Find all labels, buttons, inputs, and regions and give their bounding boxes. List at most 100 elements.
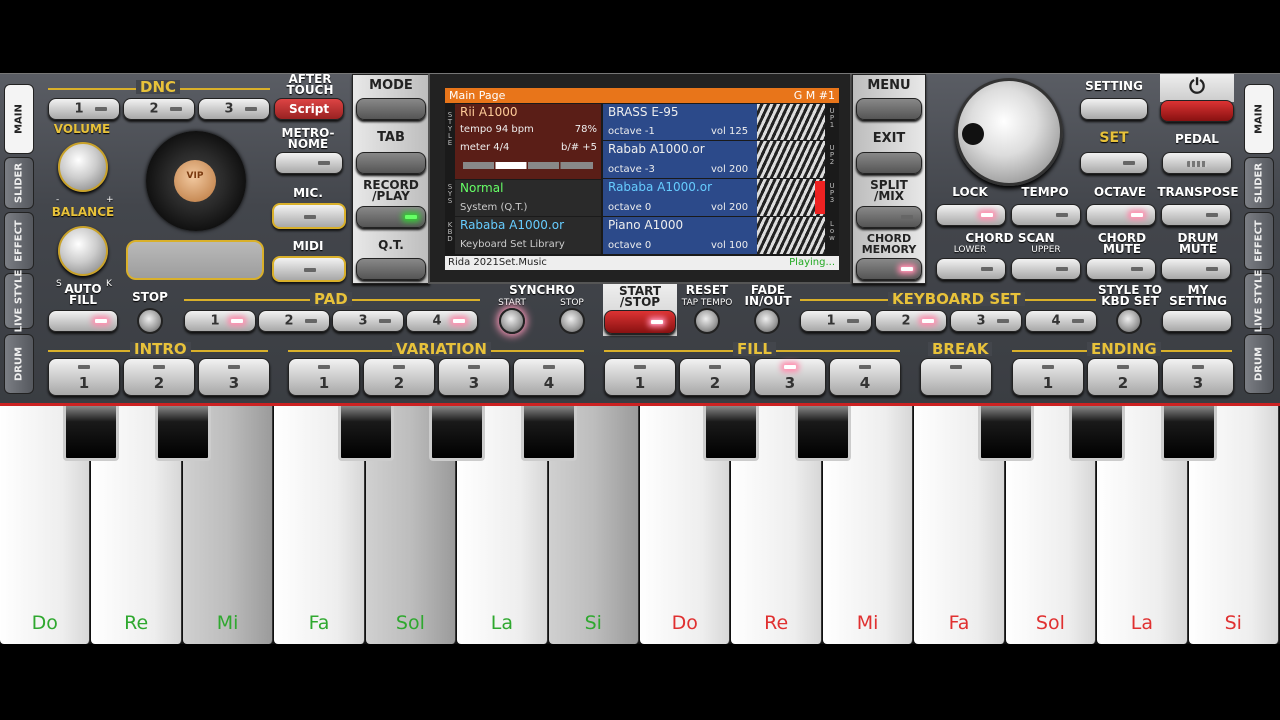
fill-button-2[interactable]: 2	[679, 358, 751, 396]
menu-button[interactable]	[856, 98, 922, 120]
ending-title: ENDING	[1087, 342, 1161, 357]
footer-set-name: Rida 2021Set.Music	[448, 257, 547, 268]
tab-effect-left[interactable]: EFFECT	[4, 212, 34, 270]
kbd-set-button-3[interactable]: 3	[950, 310, 1022, 332]
pad-button-2[interactable]: 2	[258, 310, 330, 332]
tempo-button[interactable]	[1011, 204, 1081, 226]
kbd-cell[interactable]: Rababa A1000.or Keyboard Set Library	[455, 217, 601, 254]
drum-mute-button[interactable]	[1161, 258, 1231, 280]
drum-mute-label: DRUM MUTE	[1177, 231, 1219, 256]
tab-effect-right[interactable]: EFFECT	[1244, 212, 1274, 270]
black-key-2[interactable]	[154, 406, 211, 461]
upper3-cell[interactable]: Rababa A1000.or octave 0 vol 200	[603, 179, 825, 216]
chord-scan-lower-button[interactable]	[936, 258, 1006, 280]
dnc-button-1[interactable]: 1	[48, 98, 120, 120]
dnc-button-2[interactable]: 2	[123, 98, 195, 120]
metronome-button[interactable]	[275, 152, 343, 174]
split-mix-button[interactable]	[856, 206, 922, 228]
upper1-cell[interactable]: BRASS E-95 octave -1 vol 125	[603, 104, 825, 140]
tab-label: TAB	[377, 130, 405, 145]
variation-button-3[interactable]: 3	[438, 358, 510, 396]
octave-button[interactable]	[1086, 204, 1156, 226]
tab-live-style-left[interactable]: LIVE STYLE	[4, 270, 34, 332]
balance-knob[interactable]	[58, 226, 108, 276]
black-key-4[interactable]	[429, 406, 486, 461]
kbd-set-button-2[interactable]: 2	[875, 310, 947, 332]
tab-drum-left[interactable]: DRUM	[4, 334, 34, 394]
synchro-start-knob[interactable]	[499, 308, 525, 334]
tab-slider-right[interactable]: SLIDER	[1244, 157, 1274, 209]
my-setting-button[interactable]	[1162, 310, 1232, 332]
record-play-button[interactable]	[356, 206, 426, 228]
tab-main-right[interactable]: MAIN	[1244, 84, 1274, 154]
ending-button-1[interactable]: 1	[1012, 358, 1084, 396]
stop-knob[interactable]	[137, 308, 163, 334]
chord-scan-upper-button[interactable]	[1011, 258, 1081, 280]
black-key-8[interactable]	[977, 406, 1034, 461]
black-key-6[interactable]	[703, 406, 760, 461]
transpose-label: TRANSPOSE	[1157, 185, 1239, 199]
chord-mute-button[interactable]	[1086, 258, 1156, 280]
script-button[interactable]: Script	[274, 98, 344, 120]
system-cell[interactable]: Normal System (Q.T.)	[455, 180, 601, 216]
mic-button[interactable]	[272, 203, 346, 229]
stop-label: STOP	[132, 290, 168, 304]
variation-button-1[interactable]: 1	[288, 358, 360, 396]
synchro-stop-knob[interactable]	[559, 308, 585, 334]
exit-button[interactable]	[856, 152, 922, 174]
intro-button-3[interactable]: 3	[198, 358, 270, 396]
variation-button-4[interactable]: 4	[513, 358, 585, 396]
black-key-10[interactable]	[1160, 406, 1217, 461]
setting-button[interactable]	[1080, 98, 1148, 120]
style-cell[interactable]: Rii A1000 tempo 94 bpm 78% meter 4/4 b/#…	[455, 104, 601, 179]
lower-cell[interactable]: Piano A1000 octave 0 vol 100	[603, 217, 825, 254]
tab-live-style-right[interactable]: LIVE STYLE	[1244, 270, 1274, 332]
auto-fill-button[interactable]	[48, 310, 118, 332]
mode-button[interactable]	[356, 98, 426, 120]
fill-button-1[interactable]: 1	[604, 358, 676, 396]
dnc-button-3[interactable]: 3	[198, 98, 270, 120]
record-play-label: RECORD /PLAY	[363, 178, 419, 203]
qt-label: Q.T.	[378, 238, 404, 252]
black-key-3[interactable]	[337, 406, 394, 461]
intro-title: INTRO	[130, 342, 191, 357]
fill-button-3[interactable]: 3	[754, 358, 826, 396]
pad-button-4[interactable]: 4	[406, 310, 478, 332]
lock-button[interactable]	[936, 204, 1006, 226]
volume-knob[interactable]	[58, 142, 108, 192]
control-panel: MAIN SLIDER EFFECT LIVE STYLE DRUM MAIN …	[0, 73, 1280, 406]
intro-button-1[interactable]: 1	[48, 358, 120, 396]
fill-button-4[interactable]: 4	[829, 358, 901, 396]
kbd-set-button-1[interactable]: 1	[800, 310, 872, 332]
variation-button-2[interactable]: 2	[363, 358, 435, 396]
break-button[interactable]	[920, 358, 992, 396]
power-button[interactable]	[1160, 100, 1234, 122]
tab-button[interactable]	[356, 152, 426, 174]
black-key-1[interactable]	[63, 406, 120, 461]
style-to-kbd-knob[interactable]	[1116, 308, 1142, 334]
transpose-button[interactable]	[1161, 204, 1231, 226]
reset-knob[interactable]	[694, 308, 720, 334]
tab-slider-left[interactable]: SLIDER	[4, 157, 34, 209]
start-stop-button[interactable]	[604, 310, 676, 334]
fade-knob[interactable]	[754, 308, 780, 334]
kbd-vert-label: K B D	[447, 221, 453, 243]
pad-button-1[interactable]: 1	[184, 310, 256, 332]
kbd-set-button-4[interactable]: 4	[1025, 310, 1097, 332]
ending-button-3[interactable]: 3	[1162, 358, 1234, 396]
pad-button-3[interactable]: 3	[332, 310, 404, 332]
black-key-7[interactable]	[794, 406, 851, 461]
black-key-5[interactable]	[520, 406, 577, 461]
intro-button-2[interactable]: 2	[123, 358, 195, 396]
tab-drum-right[interactable]: DRUM	[1244, 334, 1274, 394]
ending-button-2[interactable]: 2	[1087, 358, 1159, 396]
chord-memory-button[interactable]	[856, 258, 922, 280]
midi-button[interactable]	[272, 256, 346, 282]
set-button[interactable]	[1080, 152, 1148, 174]
tab-main-left[interactable]: MAIN	[4, 84, 34, 154]
qt-button[interactable]	[356, 258, 426, 280]
black-key-9[interactable]	[1069, 406, 1126, 461]
pedal-button[interactable]	[1162, 152, 1232, 174]
upper2-cell[interactable]: Rabab A1000.or octave -3 vol 200	[603, 141, 825, 178]
display-pad[interactable]	[126, 240, 264, 280]
